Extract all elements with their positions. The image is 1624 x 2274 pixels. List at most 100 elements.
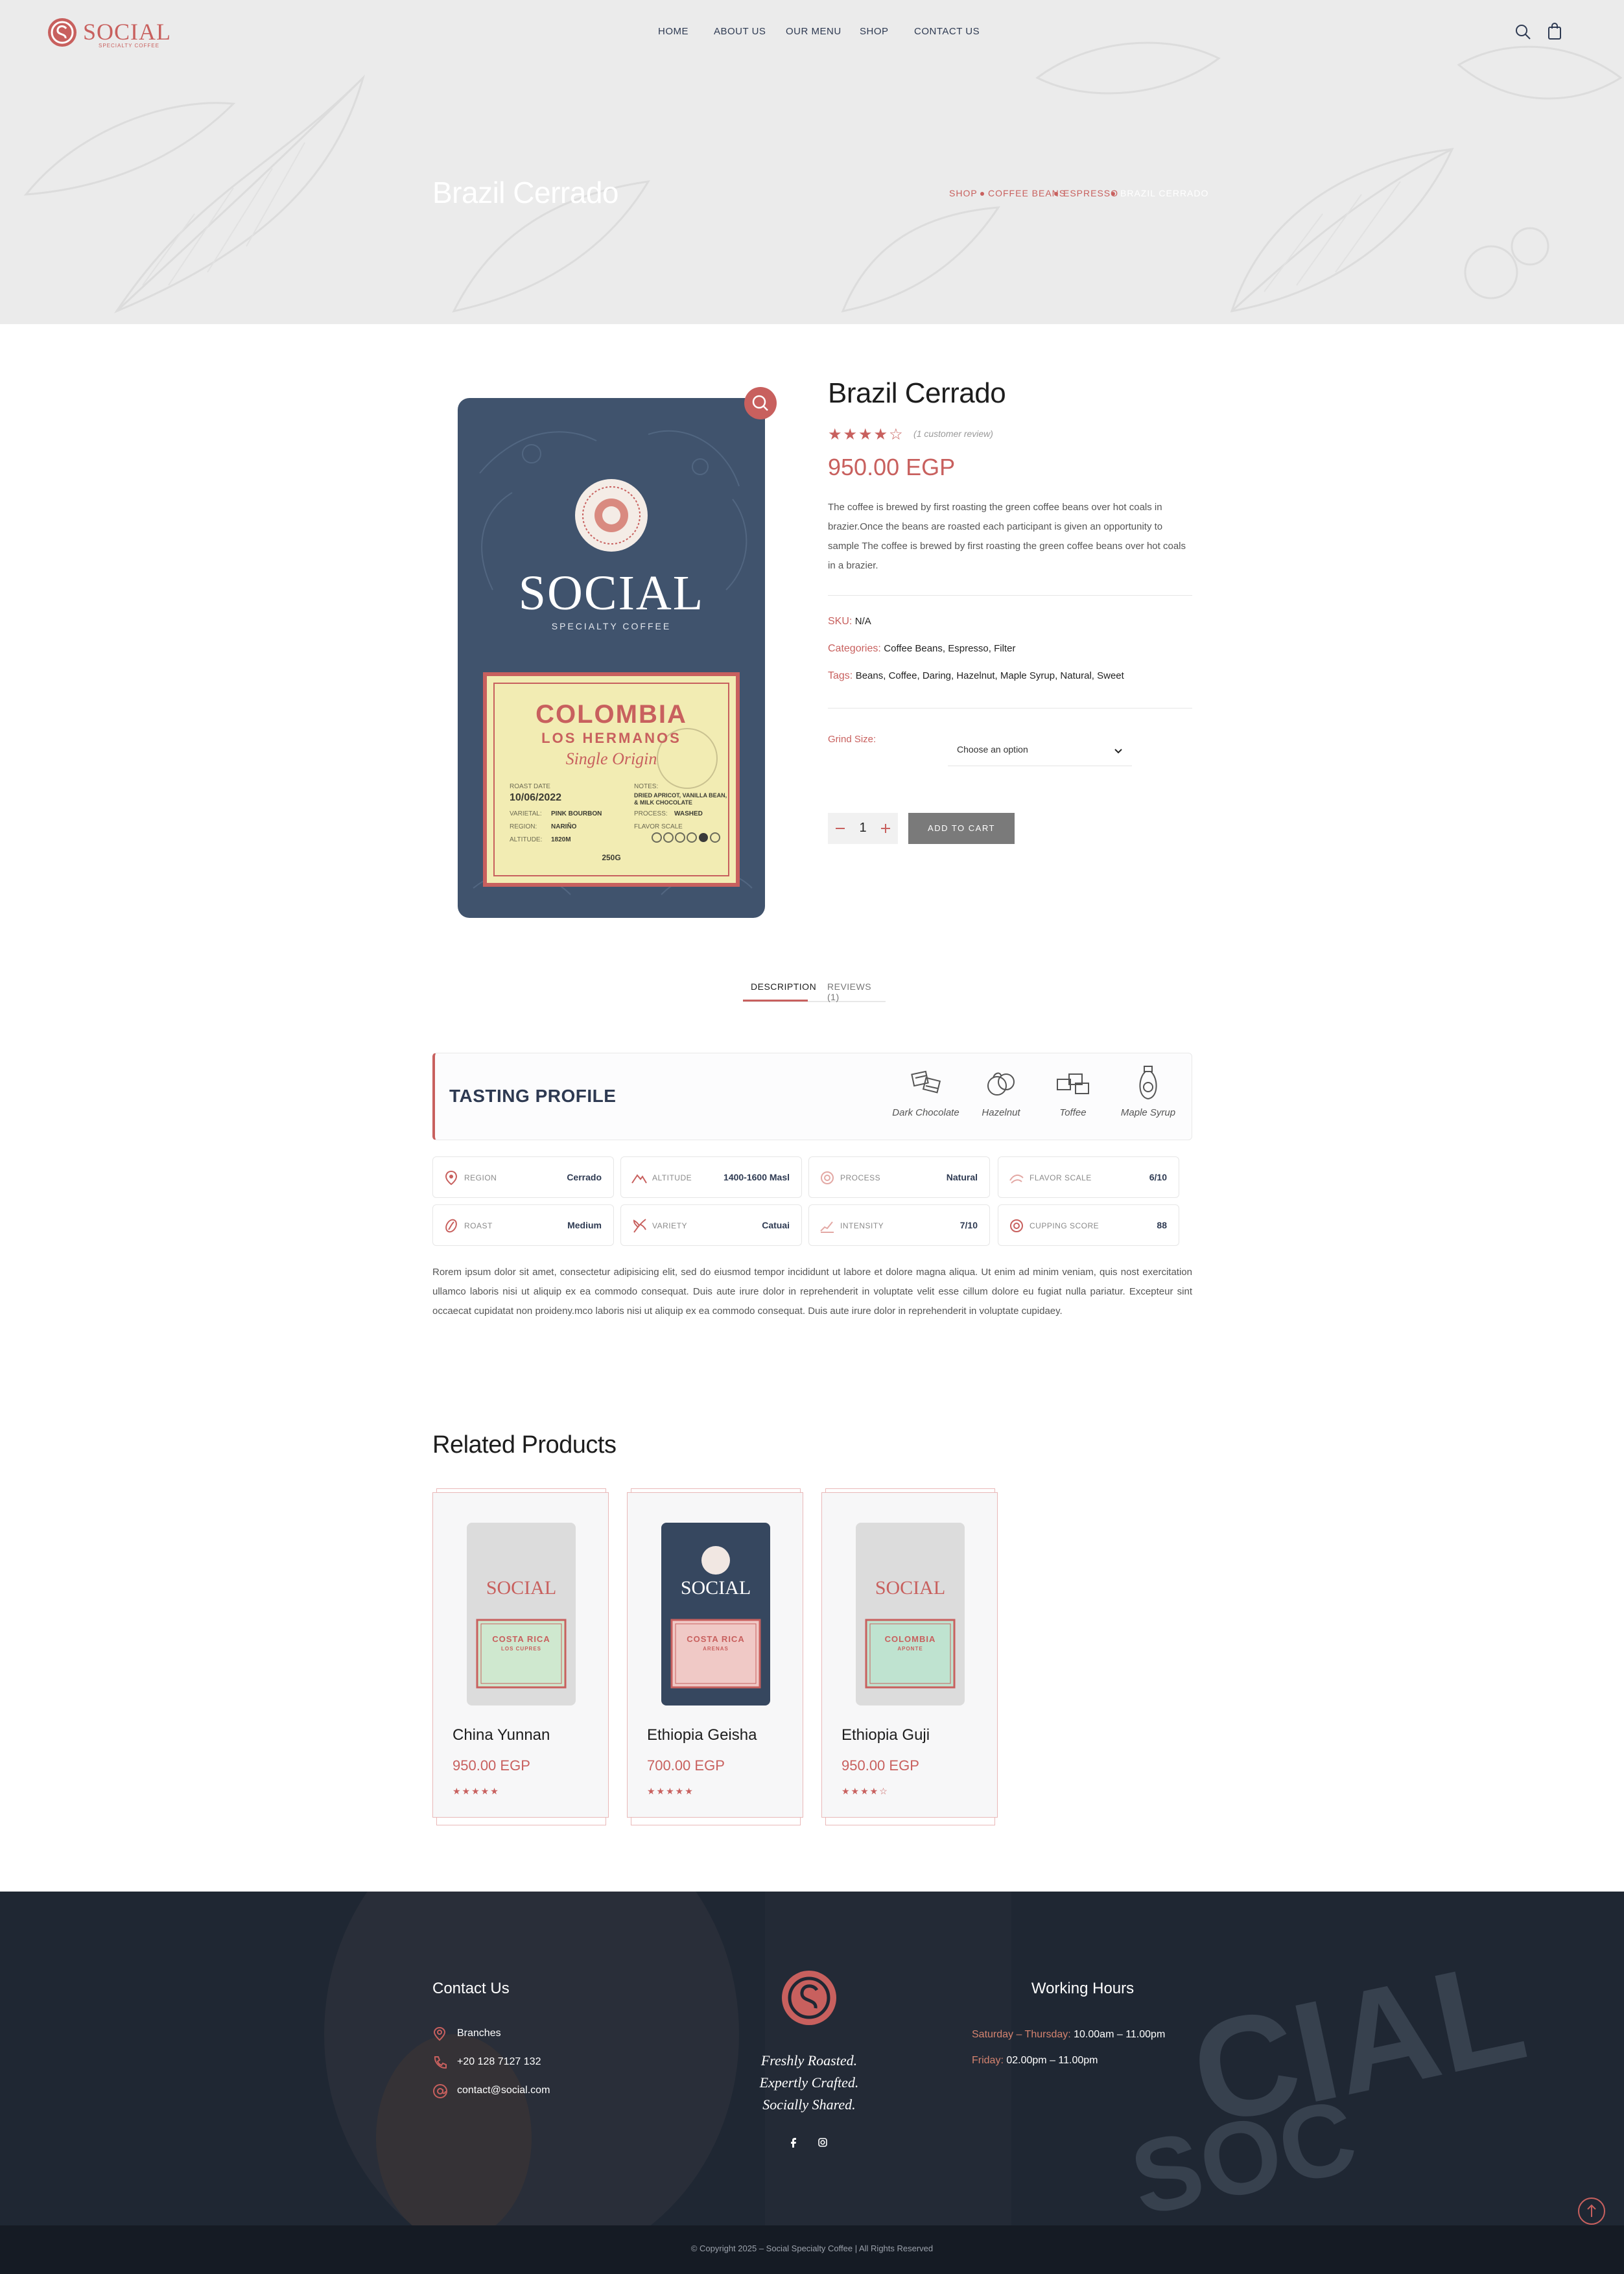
- contact-text: +20 128 7127 132: [457, 2056, 541, 2067]
- spec-key: PROCESS: [840, 1173, 881, 1182]
- spec-value: 7/10: [959, 1220, 978, 1230]
- bean-icon: [445, 1219, 457, 1233]
- plus-icon[interactable]: [876, 813, 895, 844]
- nav-shop[interactable]: SHOP: [860, 26, 889, 37]
- spec-key: ALTITUDE: [652, 1173, 692, 1182]
- categories-value[interactable]: Coffee Beans, Espresso, Filter: [884, 643, 1015, 654]
- logo[interactable]: SOCIAL SPECIALTY COFFEE: [47, 16, 176, 51]
- spec-value: Natural: [946, 1172, 978, 1182]
- leaf-background: [23, 41, 1623, 314]
- product-thumbnail: [467, 1523, 576, 1706]
- bag-weight: 250G: [602, 853, 621, 862]
- spec-value: 1400-1600 Masl: [724, 1172, 790, 1182]
- thumb-origin: COSTA RICA: [492, 1634, 550, 1644]
- hours-time: 10.00am – 11.00pm: [1074, 2029, 1166, 2040]
- instagram-link[interactable]: [813, 2133, 832, 2152]
- tags-value[interactable]: Beans, Coffee, Daring, Hazelnut, Maple S…: [856, 670, 1124, 681]
- rating-stars: ★★★★★: [453, 1786, 500, 1796]
- bag-roast-date: 10/06/2022: [510, 792, 562, 803]
- description-text: Rorem ipsum dolor sit amet, consectetur …: [432, 1267, 1192, 1317]
- tasting-note: Toffee: [1041, 1064, 1105, 1118]
- product-rating[interactable]: ★★★★☆ (1 customer review): [828, 425, 993, 444]
- product-thumbnail: [856, 1523, 965, 1706]
- thumb-brand: SOCIAL: [875, 1577, 946, 1599]
- add-to-cart-button[interactable]: ADD TO CART: [908, 813, 1015, 844]
- back-to-top-button[interactable]: [1578, 2198, 1605, 2225]
- search-icon[interactable]: [1514, 23, 1531, 40]
- hours-row: Friday: 02.00pm – 11.00pm: [972, 2055, 1098, 2067]
- logo-tagline: SPECIALTY COFFEE: [99, 43, 159, 49]
- spec-value: 88: [1157, 1220, 1167, 1230]
- spec-process: PROCESS Natural: [808, 1156, 990, 1198]
- review-count-link[interactable]: (1 customer review): [913, 428, 993, 439]
- phone-icon: [434, 2056, 447, 2069]
- product-thumbnail: [661, 1523, 770, 1706]
- spec-key: ROAST: [464, 1221, 493, 1230]
- mountain-icon: [631, 1174, 647, 1184]
- product-name[interactable]: Ethiopia Guji: [841, 1726, 930, 1744]
- grind-size-selected: Choose an option: [957, 744, 1028, 755]
- hours-row: Saturday – Thursday: 10.00am – 11.00pm: [972, 2029, 1165, 2041]
- rating-stars: ★★★★☆: [828, 426, 904, 443]
- bag-process-label: PROCESS:: [634, 810, 668, 817]
- contact-title: Contact Us: [432, 1980, 510, 1997]
- breadcrumb-espresso[interactable]: ESPRESSO: [1063, 188, 1118, 198]
- related-product-card[interactable]: SOCIAL COLOMBIA APONTE Ethiopia Guji 950.00 …: [821, 1492, 998, 1818]
- working-hours-title: Working Hours: [1031, 1980, 1135, 1997]
- quantity-input[interactable]: 1: [856, 821, 869, 836]
- tasting-note: Maple Syrup: [1109, 1064, 1187, 1118]
- thumb-brand: SOCIAL: [486, 1577, 557, 1599]
- sku-label: SKU:: [828, 616, 853, 627]
- nav-contact-us[interactable]: CONTACT US: [914, 26, 980, 37]
- contact-text: contact@social.com: [457, 2085, 550, 2096]
- tags-row: Tags: Beans, Coffee, Daring, Hazelnut, M…: [828, 670, 1124, 682]
- bag-region: NARIÑO: [551, 823, 577, 830]
- bag-altitude: 1820M: [551, 836, 571, 843]
- hazelnut-icon: [987, 1072, 1015, 1096]
- breadcrumb-separator: [980, 192, 984, 196]
- zoom-button[interactable]: [744, 387, 777, 419]
- related-product-card[interactable]: SOCIAL COSTA RICA LOS CUPRES China Yunnan 95…: [432, 1492, 609, 1818]
- thumb-farm: LOS CUPRES: [500, 1646, 541, 1652]
- spec-key: VARIETY: [652, 1221, 687, 1230]
- logo-emblem-icon: [48, 18, 76, 47]
- categories-label: Categories:: [828, 643, 881, 654]
- bag-origin: COLOMBIA: [535, 700, 687, 729]
- tab-description-underline: [743, 1000, 808, 1002]
- spec-cupping-score: CUPPING SCORE 88: [998, 1204, 1179, 1246]
- chevron-down-icon: [1114, 749, 1122, 754]
- tasting-note-label: Maple Syrup: [1120, 1107, 1176, 1118]
- grind-size-label: Grind Size:: [828, 734, 877, 745]
- facebook-link[interactable]: [784, 2133, 804, 2152]
- related-product-card[interactable]: SOCIAL COSTA RICA ARENAS Ethiopia Geisha 700…: [627, 1492, 803, 1818]
- nav-about-us[interactable]: ABOUT US: [714, 26, 766, 37]
- tasting-note-label: Toffee: [1059, 1107, 1087, 1118]
- tab-reviews[interactable]: REVIEWS (1): [827, 981, 886, 1002]
- tasting-profile-title: TASTING PROFILE: [449, 1086, 617, 1106]
- shopping-bag-icon[interactable]: [1547, 22, 1562, 40]
- rating-stars: ★★★★☆: [841, 1786, 889, 1796]
- tasting-note: Hazelnut: [965, 1064, 1037, 1118]
- product-name[interactable]: China Yunnan: [453, 1726, 550, 1744]
- chart-icon: [820, 1221, 834, 1233]
- product-price: 700.00 EGP: [647, 1757, 725, 1774]
- minus-icon[interactable]: [830, 813, 850, 844]
- spec-flavor-scale: FLAVOR SCALE 6/10: [998, 1156, 1179, 1198]
- bag-notes: DRIED APRICOT, VANILLA BEAN, & MILK CHOC…: [634, 792, 727, 806]
- bag-subtitle: SPECIALTY COFFEE: [551, 621, 672, 631]
- product-image[interactable]: SOCIAL SPECIALTY COFFEE COLOMBIA LOS HER…: [454, 395, 769, 920]
- breadcrumb-shop[interactable]: SHOP: [949, 188, 978, 198]
- nav-our-menu[interactable]: OUR MENU: [786, 26, 841, 37]
- product-price: 950.00 EGP: [841, 1757, 919, 1774]
- spec-intensity: INTENSITY 7/10: [808, 1204, 990, 1246]
- bag-varietal-label: VARIETAL:: [510, 810, 542, 817]
- grind-size-select[interactable]: Choose an option: [948, 736, 1132, 766]
- spec-key: FLAVOR SCALE: [1030, 1173, 1092, 1182]
- tasting-profile-panel: TASTING PROFILE Dark Chocolate Hazelnut …: [432, 1053, 1192, 1140]
- hours-time: 02.00pm – 11.00pm: [1006, 2055, 1098, 2066]
- bag-script: Single Origin: [565, 749, 657, 768]
- nav-home[interactable]: HOME: [658, 26, 688, 37]
- product-name[interactable]: Ethiopia Geisha: [647, 1726, 757, 1744]
- tab-description[interactable]: DESCRIPTION: [751, 981, 816, 992]
- product-title: Brazil Cerrado: [828, 377, 1006, 409]
